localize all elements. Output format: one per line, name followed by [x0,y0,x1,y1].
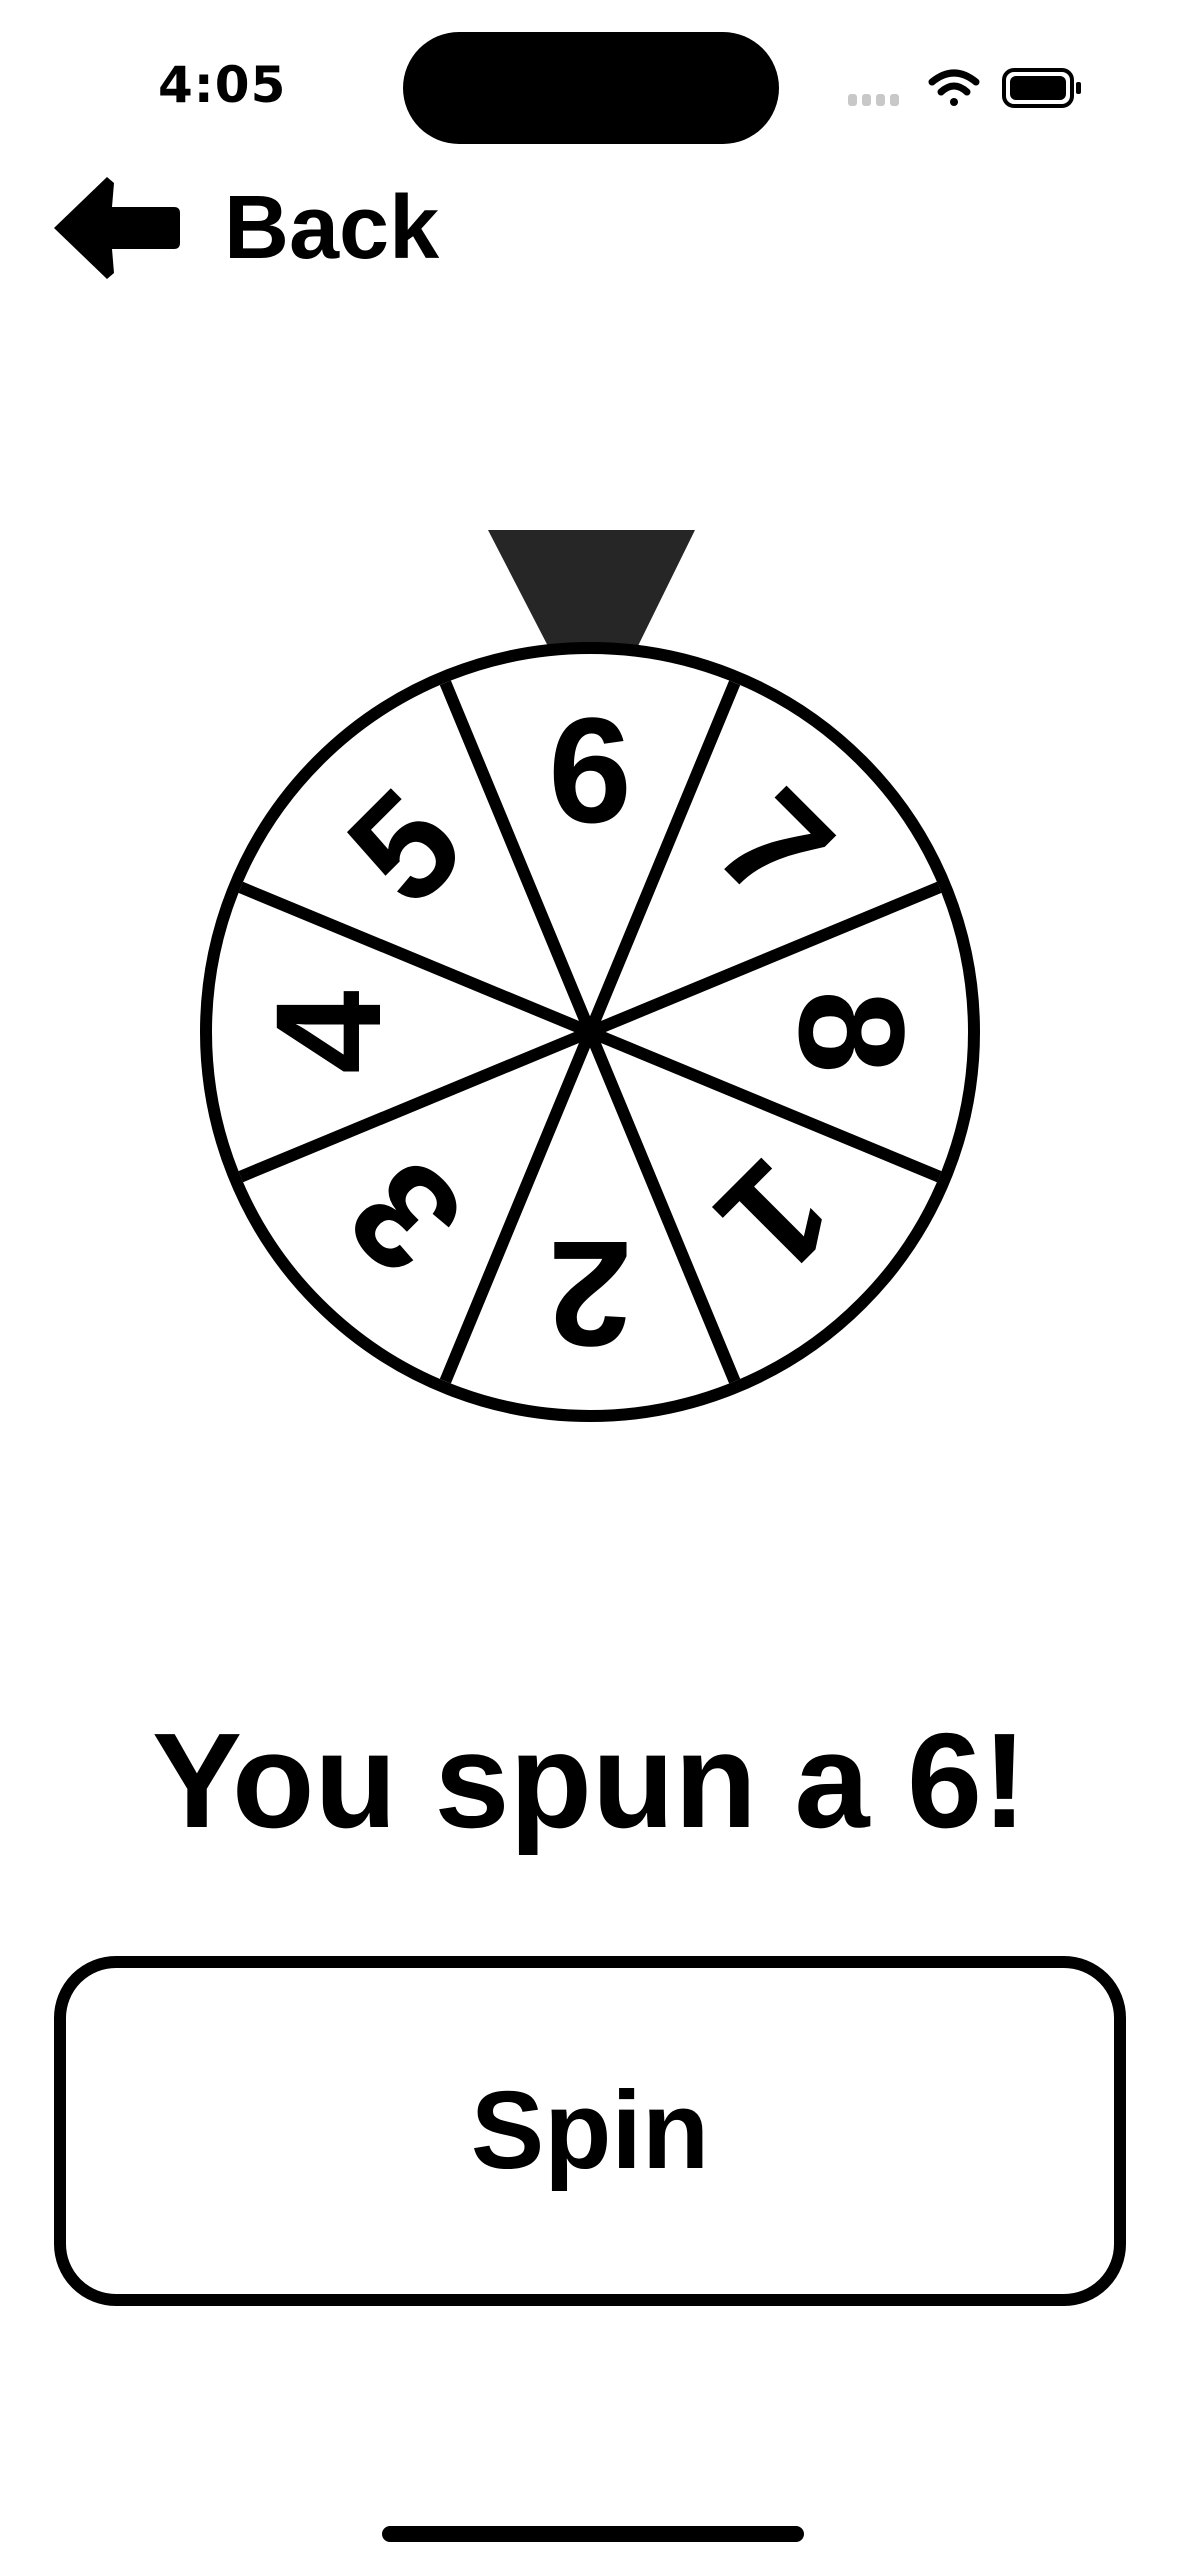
wheel-segment-label: 3 [316,1128,494,1306]
back-button[interactable]: Back [52,168,472,288]
spin-label: Spin [470,2069,710,2192]
back-label: Back [224,178,440,278]
wheel-segment-label: 5 [316,758,494,936]
status-time: 4:05 [158,56,287,114]
dynamic-island [403,32,779,144]
wheel-segment-label: 6 [548,686,631,854]
wheel-segment-label: 2 [548,1210,631,1378]
battery-icon [1002,68,1081,108]
spin-button[interactable]: Spin [54,1956,1126,2306]
wheel-segment-label: 7 [686,758,864,936]
home-indicator [382,2526,804,2542]
spinner-wheel: 6 7 8 123 4 5 [200,530,980,1422]
wheel-pointer [488,530,695,652]
wifi-icon [928,69,980,106]
wheel-segment-label: 8 [768,990,936,1073]
arrow-left-icon [54,177,180,279]
cellular-signal-icon [848,94,899,106]
result-text: You spun a 6! [151,1705,1028,1856]
wheel-segment-label: 1 [686,1128,864,1306]
wheel-segment-label: 4 [244,990,412,1073]
status-icons [848,68,1081,108]
